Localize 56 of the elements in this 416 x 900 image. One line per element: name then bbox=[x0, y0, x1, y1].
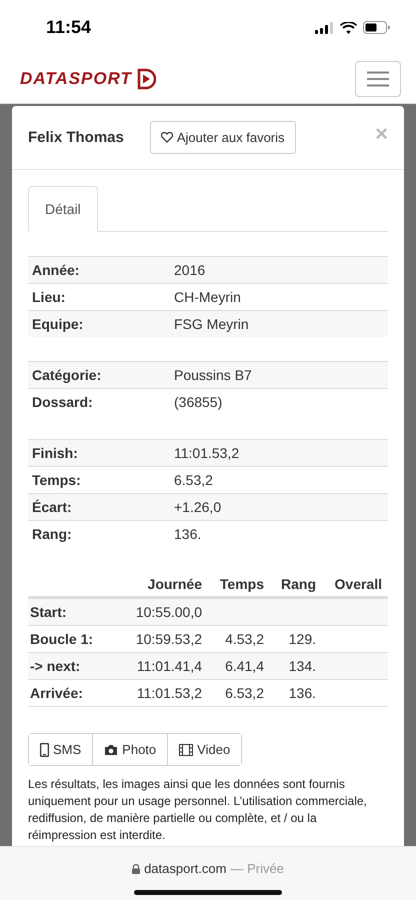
field-value: +1.26,0 bbox=[174, 499, 222, 515]
table-cell-text: 4.53,2 bbox=[224, 631, 265, 647]
lock-icon bbox=[132, 864, 140, 874]
field-label: Lieu: bbox=[32, 289, 66, 305]
disclaimer-text: Les résultats, les images ainsi que les données sont fournis uniquement pour un usage personnel. L’utilisation commerciale, rediffusion, de manière partielle ou complète, et / ou la réimpression est interdite. bbox=[28, 776, 368, 844]
phone-icon bbox=[40, 742, 49, 756]
field-value: FSG Meyrin bbox=[174, 316, 250, 332]
field-label: Écart: bbox=[32, 499, 73, 515]
tab[interactable]: Détail bbox=[28, 186, 98, 232]
menu-button[interactable] bbox=[355, 61, 401, 97]
table-cell-text: 10:59.53,2 bbox=[134, 631, 203, 647]
battery-icon bbox=[363, 21, 390, 34]
status-time: 11:54 bbox=[46, 17, 92, 38]
logo-text[interactable]: DATASPORT bbox=[20, 69, 132, 89]
field-label: Dossard: bbox=[32, 394, 94, 410]
field-label: Catégorie: bbox=[32, 367, 102, 383]
camera-icon bbox=[104, 744, 118, 756]
wifi-icon bbox=[340, 22, 357, 34]
field-label: Finish: bbox=[32, 445, 79, 461]
play-icon bbox=[136, 68, 156, 90]
field-label: Rang: bbox=[32, 526, 73, 542]
field-value: 11:01.53,2 bbox=[174, 445, 240, 461]
menu-icon bbox=[367, 71, 389, 87]
signal-icon bbox=[315, 22, 334, 34]
field-label: Année: bbox=[32, 262, 80, 278]
athlete-name: Felix Thomas bbox=[28, 129, 124, 146]
field-value: 2016 bbox=[174, 262, 206, 278]
table-cell-text: 11:01.53,2 bbox=[136, 685, 203, 701]
field-value: Poussins B7 bbox=[174, 367, 253, 383]
row-label: -> next: bbox=[30, 658, 82, 674]
field-value: (36855) bbox=[174, 394, 224, 410]
table-cell-text: 6.41,4 bbox=[224, 658, 265, 674]
table-cell-text: 129. bbox=[288, 631, 317, 647]
table-cell-text: 11:01.41,4 bbox=[136, 658, 203, 674]
heart-icon bbox=[160, 132, 173, 143]
column-header: Rang bbox=[280, 576, 317, 592]
field-value: 6.53,2 bbox=[174, 472, 214, 488]
column-header: Temps bbox=[218, 576, 265, 592]
row-label: Start: bbox=[30, 604, 68, 620]
field-label: Temps: bbox=[32, 472, 82, 488]
private-label: — Privée bbox=[230, 861, 284, 876]
field-value: 136. bbox=[174, 526, 202, 542]
film-icon bbox=[179, 744, 194, 756]
field-value: CH-Meyrin bbox=[174, 289, 242, 305]
url-text[interactable]: datasport.com bbox=[144, 861, 226, 876]
field-label: Equipe: bbox=[32, 316, 84, 332]
column-header: Overall bbox=[334, 576, 383, 592]
column-header: Journée bbox=[146, 576, 203, 592]
media-button[interactable]: Video bbox=[167, 734, 242, 765]
table-cell-text: 10:55.00,0 bbox=[134, 604, 203, 620]
favorites-button[interactable]: Ajouter aux favoris bbox=[150, 121, 296, 154]
row-label: Arrivée: bbox=[30, 685, 84, 701]
table-cell-text: 136. bbox=[288, 685, 317, 701]
table-cell-text: 6.53,2 bbox=[224, 685, 265, 701]
row-label: Boucle 1: bbox=[30, 631, 94, 647]
table-cell-text: 134. bbox=[288, 658, 317, 674]
